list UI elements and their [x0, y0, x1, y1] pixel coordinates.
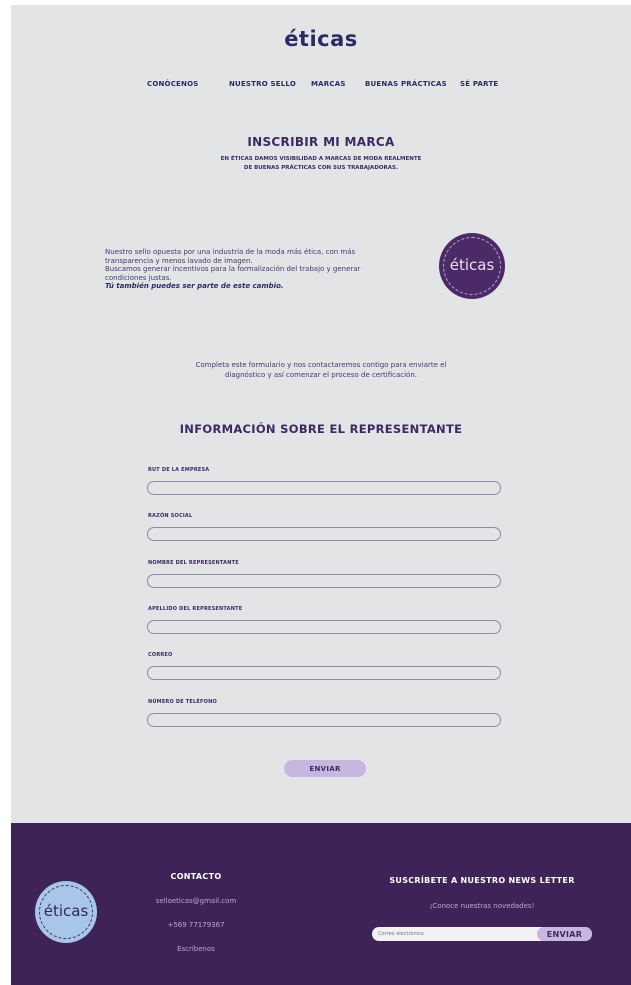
main-section — [11, 5, 631, 823]
contact-phone-link[interactable]: +569 77179367 — [136, 921, 256, 929]
form-intro: Completa este formulario y nos contactar… — [161, 360, 481, 380]
seal-badge: éticas — [439, 233, 505, 299]
correo-input[interactable] — [147, 666, 501, 680]
contact-email-link[interactable]: selloeticas@gmail.com — [126, 897, 266, 905]
seal-badge-text: éticas — [449, 256, 495, 274]
contact-write-link[interactable]: Escríbenos — [146, 945, 246, 953]
about-text: Nuestro sello opuesta por una industria … — [105, 248, 425, 291]
form-intro-line-1: Completa este formulario y nos contactar… — [195, 361, 447, 369]
newsletter-subtitle: ¡Conoce nuestras novedades! — [429, 902, 535, 910]
telefono-input[interactable] — [147, 713, 501, 727]
field-label-rut: RUT DE LA EMPRESA — [148, 467, 210, 473]
field-label-nombre: NOMBRE DEL REPRESENTANTE — [148, 560, 239, 566]
hero-subtitle: EN ÉTICAS DAMOS VISIBILIDAD A MARCAS DE … — [206, 155, 436, 173]
hero-subtitle-line-1: EN ÉTICAS DAMOS VISIBILIDAD A MARCAS DE … — [220, 156, 422, 162]
about-line-3: Buscamos generar incentivos para la form… — [105, 265, 361, 273]
nav-item-conocenos[interactable]: CONÓCENOS — [147, 80, 198, 88]
nav-item-buenas-practicas[interactable]: BUENAS PRÁCTICAS — [365, 80, 447, 88]
form-title: INFORMACIÓN SOBRE EL REPRESENTANTE — [179, 422, 463, 436]
field-label-correo: CORREO — [148, 652, 173, 658]
nav-item-se-parte[interactable]: SÉ PARTE — [460, 80, 498, 88]
page — [11, 5, 631, 985]
site-logo[interactable]: éticas — [11, 27, 631, 51]
nav-item-nuestro-sello[interactable]: NUESTRO SELLO — [229, 80, 296, 88]
about-line-2: transparencia y menos lavado de imagen. — [105, 256, 253, 265]
hero-subtitle-line-2: DE BUENAS PRÁCTICAS CON SUS TRABAJADORAS… — [243, 165, 399, 171]
field-label-razon-social: RAZÓN SOCIAL — [148, 513, 193, 519]
nav-item-marcas[interactable]: MARCAS — [311, 80, 346, 88]
contact-title: CONTACTO — [170, 872, 222, 881]
about-line-4: condiciones justas. — [105, 273, 172, 282]
footer-badge-text: éticas — [43, 902, 89, 920]
field-label-telefono: NÚMERO DE TELÉFONO — [148, 699, 217, 705]
newsletter-send-button[interactable]: ENVIAR — [537, 927, 592, 941]
about-emphasis: Tú también puedes ser parte de este camb… — [105, 282, 284, 290]
newsletter-title: SUSCRÍBETE A NUESTRO NEWS LETTER — [389, 876, 575, 885]
nombre-input[interactable] — [147, 574, 501, 588]
footer-badge[interactable]: éticas — [35, 881, 97, 943]
razon-social-input[interactable] — [147, 527, 501, 541]
form-intro-line-2: diagnóstico y así comenzar el proceso de… — [225, 371, 417, 379]
page-title: INSCRIBIR MI MARCA — [247, 135, 395, 149]
field-label-apellido: APELLIDO DEL REPRESENTANTE — [148, 606, 243, 612]
rut-input[interactable] — [147, 481, 501, 495]
apellido-input[interactable] — [147, 620, 501, 634]
about-line-1: Nuestro sello opuesta por una industria … — [105, 248, 356, 256]
submit-button[interactable]: ENVIAR — [284, 760, 366, 777]
